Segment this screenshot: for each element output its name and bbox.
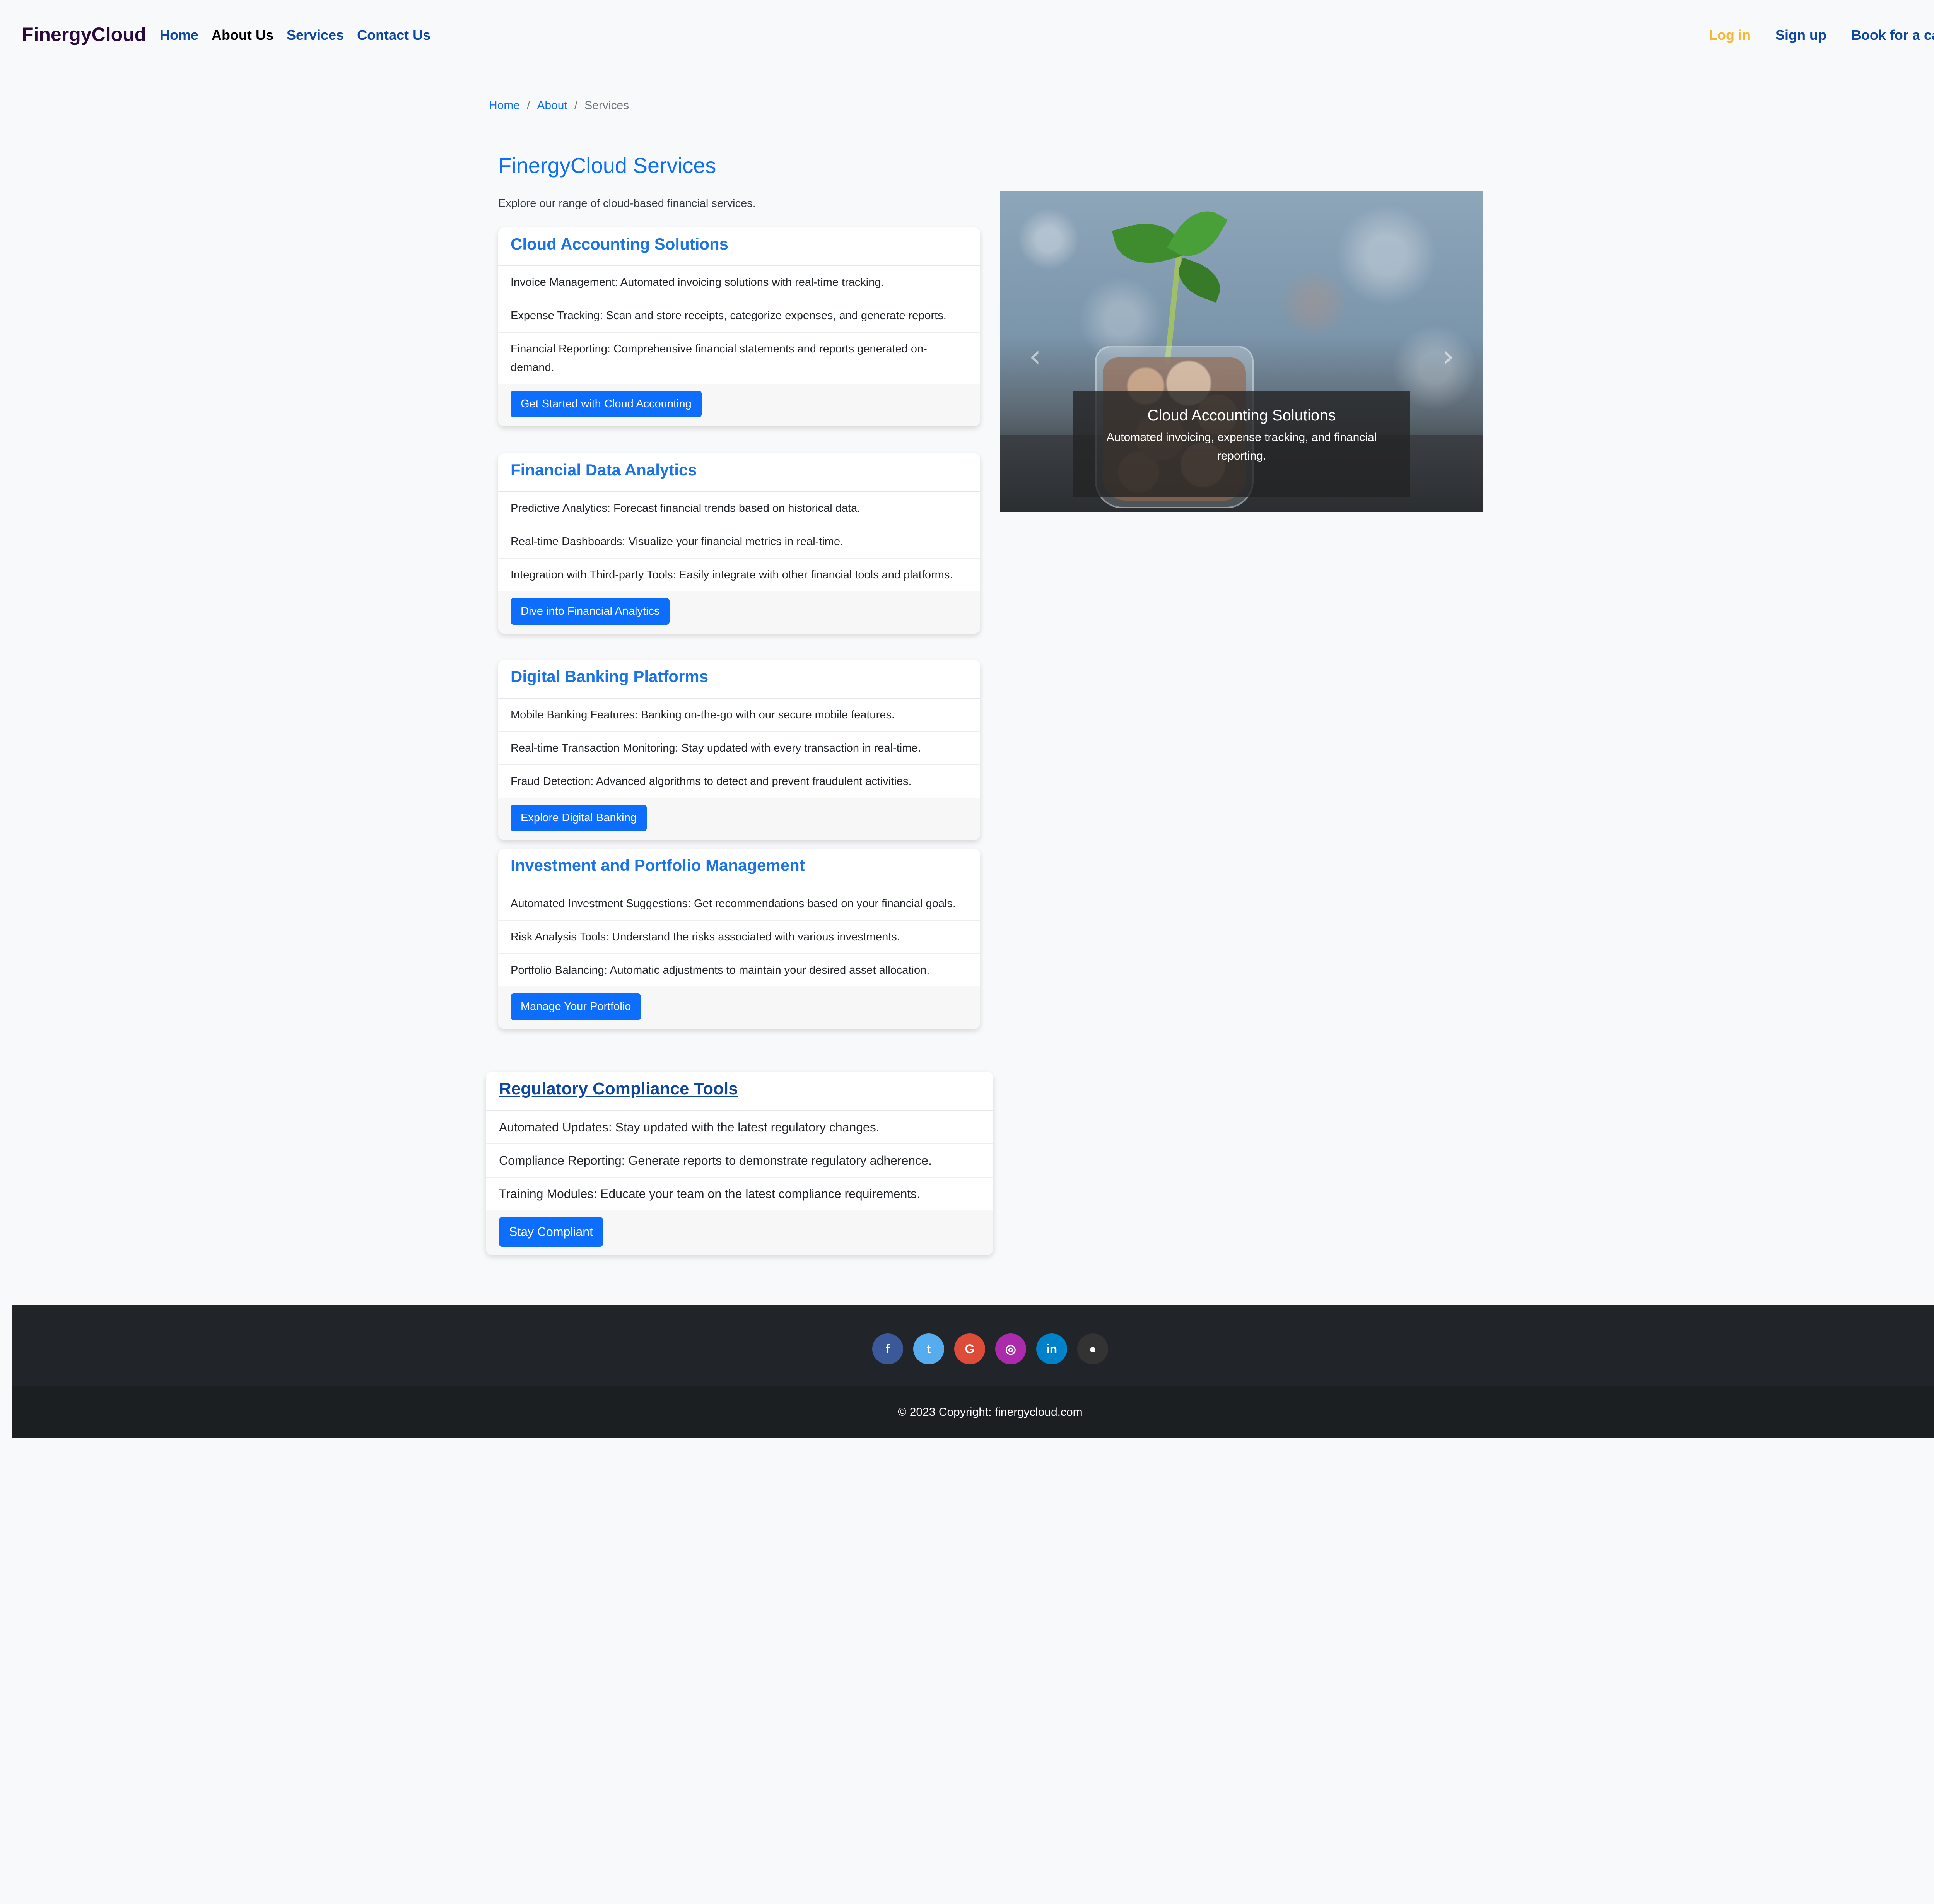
list-item: Financial Reporting: Comprehensive finan… [511,343,927,374]
breadcrumb: Home / About / Services [489,99,629,112]
list-item: Mobile Banking Features: Banking on-the-… [498,699,980,732]
service-card-cloud-accounting: Cloud Accounting Solutions Invoice Manag… [498,227,980,426]
nav-links: Home About Us Services Contact Us [160,27,431,43]
nav-link-contact-us[interactable]: Contact Us [357,27,431,43]
list-item: Fraud Detection: Advanced algorithms to … [511,775,912,788]
list-item: Invoice Management: Automated invoicing … [498,266,980,299]
get-started-cloud-accounting-button[interactable]: Get Started with Cloud Accounting [511,391,702,417]
breadcrumb-separator: / [574,99,578,112]
card-title: Cloud Accounting Solutions [511,235,729,253]
twitter-icon[interactable]: t [913,1333,944,1364]
list-item: Risk Analysis Tools: Understand the risk… [498,921,980,954]
breadcrumb-home[interactable]: Home [489,99,520,112]
copyright: © 2023 Copyright: finergycloud.com [12,1386,1934,1438]
breadcrumb-current: Services [584,99,629,112]
caption-title: Cloud Accounting Solutions [1147,407,1336,424]
navbar: FinergyCloud Home About Us Services Cont… [0,0,1934,72]
breadcrumb-separator: / [527,99,530,112]
linkedin-icon[interactable]: in [1036,1333,1067,1364]
page-title: FinergyCloud Services [498,153,716,178]
card-footer: Explore Digital Banking [498,798,980,840]
github-icon[interactable]: ● [1077,1333,1108,1364]
card-header: Regulatory Compliance Tools [486,1072,993,1111]
caption-text: Automated invoicing, expense tracking, a… [1106,431,1377,462]
card-title: Digital Banking Platforms [511,667,709,685]
social-icons: f t G ◎ in ● [12,1333,1934,1364]
list-item: Portfolio Balancing: Automatic adjustmen… [511,964,930,976]
card-footer: Dive into Financial Analytics [498,591,980,634]
card-header: Investment and Portfolio Management [498,849,980,887]
nav-link-home[interactable]: Home [160,27,198,43]
nav-actions: Log in Sign up Book for a call [1709,27,1934,43]
signup-link[interactable]: Sign up [1775,27,1826,43]
card-footer: Get Started with Cloud Accounting [498,384,980,426]
image-carousel[interactable]: ‹ › Cloud Accounting Solutions Automated… [1000,191,1483,512]
card-footer: Manage Your Portfolio [498,986,980,1029]
list-item: Real-time Dashboards: Visualize your fin… [498,525,980,559]
stay-compliant-button[interactable]: Stay Compliant [499,1217,603,1247]
card-title: Financial Data Analytics [511,461,697,479]
nav-link-about-us[interactable]: About Us [212,27,273,43]
list-item: Predictive Analytics: Forecast financial… [498,492,980,525]
instagram-icon[interactable]: ◎ [995,1333,1026,1364]
service-card-digital-banking: Digital Banking Platforms Mobile Banking… [498,660,980,840]
manage-portfolio-button[interactable]: Manage Your Portfolio [511,993,641,1020]
breadcrumb-about[interactable]: About [537,99,567,112]
card-footer: Stay Compliant [486,1210,993,1255]
list-item: Integration with Third-party Tools: Easi… [511,569,953,581]
footer: f t G ◎ in ● © 2023 Copyright: finergycloud.c… [12,1305,1934,1438]
facebook-icon[interactable]: f [872,1333,903,1364]
brand-logo[interactable]: FinergyCloud [22,23,146,46]
card-header: Cloud Accounting Solutions [498,227,980,266]
card-header: Financial Data Analytics [498,453,980,492]
chevron-right-icon[interactable]: › [1442,338,1454,374]
card-header: Digital Banking Platforms [498,660,980,699]
dive-into-financial-analytics-button[interactable]: Dive into Financial Analytics [511,598,670,625]
login-link[interactable]: Log in [1709,27,1751,43]
service-card-regulatory-compliance: Regulatory Compliance Tools Automated Up… [486,1072,993,1255]
google-icon[interactable]: G [954,1333,985,1364]
service-card-financial-analytics: Financial Data Analytics Predictive Anal… [498,453,980,634]
card-title-link[interactable]: Regulatory Compliance Tools [499,1077,981,1101]
book-call-link[interactable]: Book for a call [1851,27,1934,43]
carousel-caption: Cloud Accounting Solutions Automated inv… [1073,391,1410,497]
service-card-investment-portfolio: Investment and Portfolio Management Auto… [498,849,980,1029]
list-item: Compliance Reporting: Generate reports t… [486,1144,993,1178]
list-item: Expense Tracking: Scan and store receipt… [498,299,980,333]
list-item: Automated Updates: Stay updated with the… [486,1111,993,1144]
list-item: Training Modules: Educate your team on t… [499,1187,921,1201]
page-subtitle: Explore our range of cloud-based financi… [498,197,756,210]
card-title: Investment and Portfolio Management [511,856,805,874]
list-item: Real-time Transaction Monitoring: Stay u… [498,732,980,765]
list-item: Automated Investment Suggestions: Get re… [498,887,980,921]
chevron-left-icon[interactable]: ‹ [1029,338,1041,374]
nav-link-services[interactable]: Services [287,27,344,43]
explore-digital-banking-button[interactable]: Explore Digital Banking [511,805,647,831]
